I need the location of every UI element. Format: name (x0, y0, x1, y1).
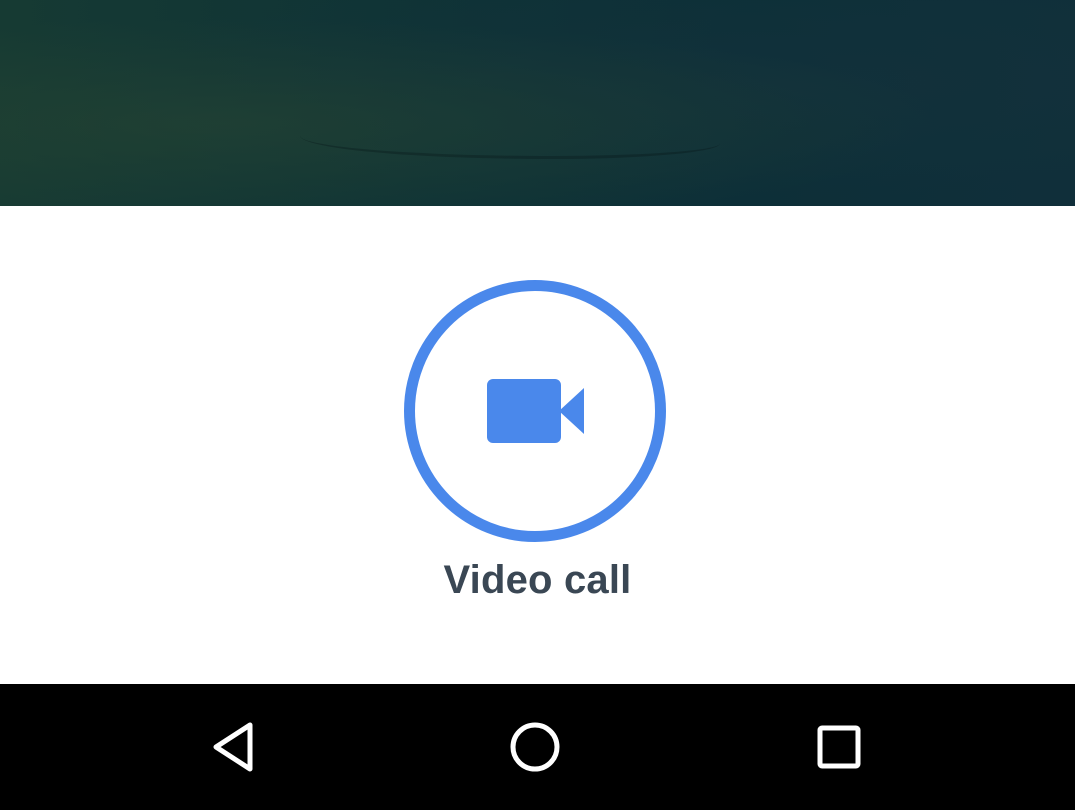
video-call-label: Video call (443, 558, 632, 602)
home-button[interactable] (505, 717, 565, 777)
background-image (0, 0, 1075, 206)
video-camera-icon (487, 379, 584, 443)
video-call-button[interactable] (404, 280, 666, 542)
background-texture (300, 120, 720, 159)
back-button[interactable] (204, 717, 264, 777)
back-triangle-icon (213, 722, 253, 772)
recent-apps-button[interactable] (809, 717, 869, 777)
screen: Video call (0, 0, 1075, 810)
system-navigation-bar (0, 684, 1075, 810)
recent-apps-square-icon (817, 725, 861, 769)
call-options-panel: Video call (0, 206, 1075, 684)
home-circle-icon (510, 722, 560, 772)
